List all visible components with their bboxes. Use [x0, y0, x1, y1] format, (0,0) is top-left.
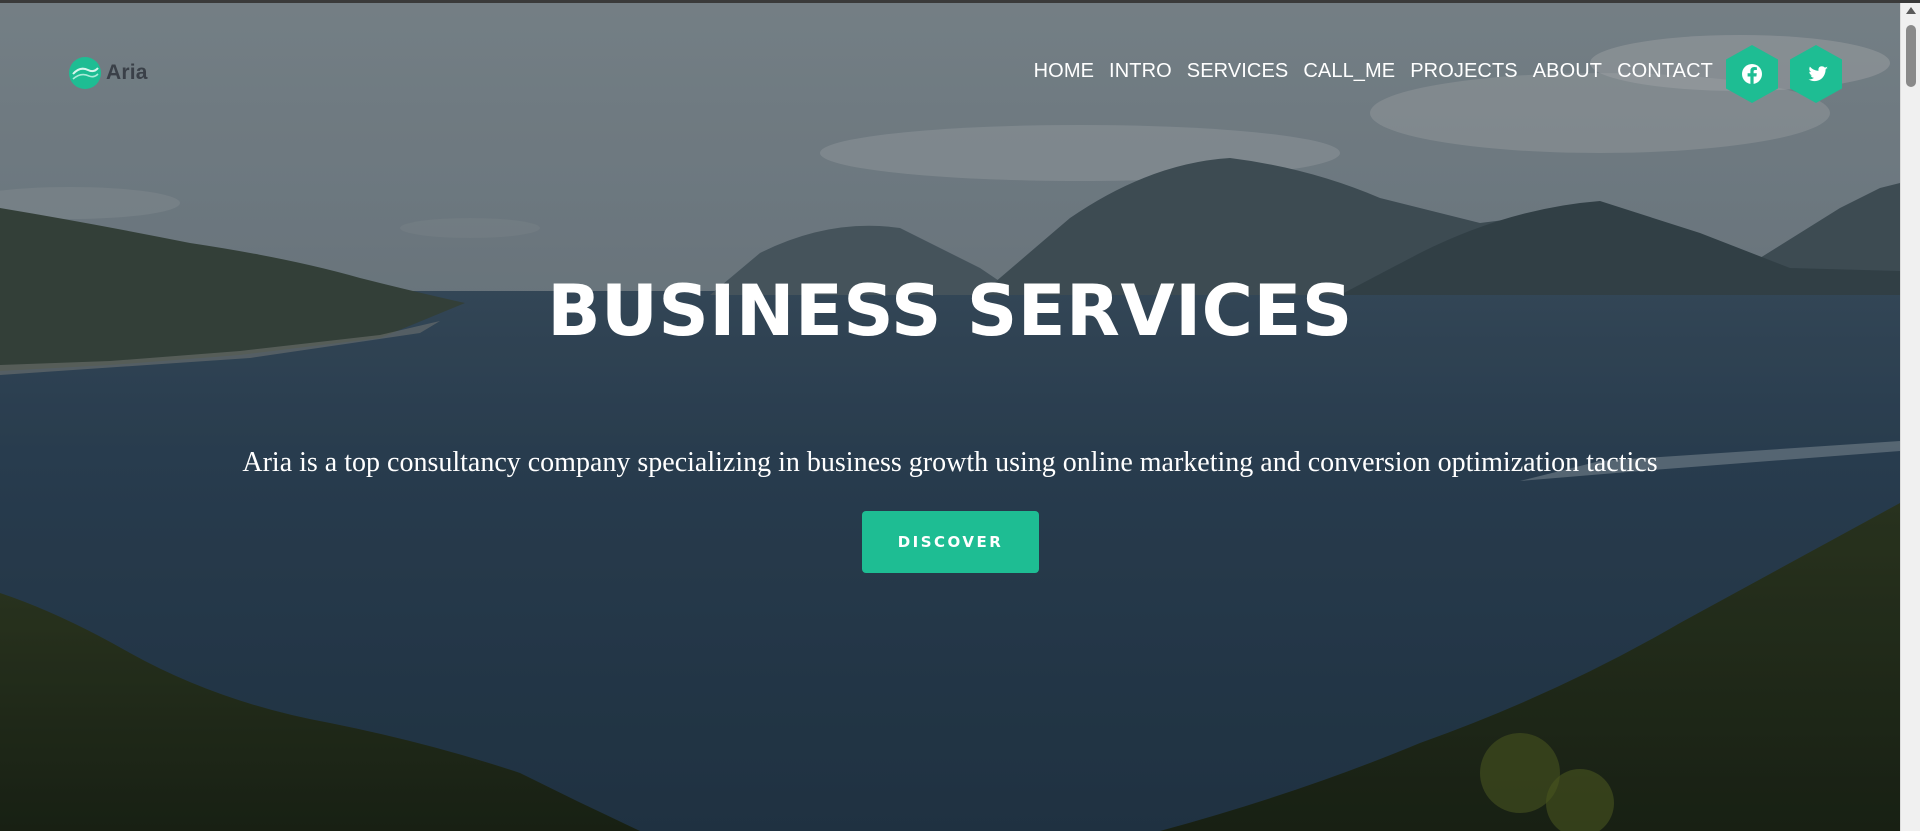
facebook-icon — [1726, 45, 1778, 103]
page-scrollbar[interactable] — [1900, 3, 1920, 831]
hero-section — [0, 3, 1900, 831]
hero-subtitle: Aria is a top consultancy company specia… — [242, 447, 1658, 478]
nav-item-call-me[interactable]: CALL_ME — [1303, 60, 1395, 83]
brand-logo[interactable]: Aria — [68, 56, 148, 90]
nav-item-intro[interactable]: INTRO — [1109, 60, 1172, 83]
brand-name: Aria — [106, 61, 148, 84]
twitter-button[interactable] — [1790, 45, 1842, 103]
nav-item-projects[interactable]: PROJECTS — [1410, 60, 1517, 83]
twitter-icon — [1790, 45, 1842, 103]
nav-item-contact[interactable]: CONTACT — [1617, 60, 1713, 83]
facebook-button[interactable] — [1726, 45, 1778, 103]
scrollbar-thumb[interactable] — [1906, 25, 1916, 87]
main-nav: HOME INTRO SERVICES CALL_ME PROJECTS ABO… — [1034, 60, 1713, 83]
discover-button[interactable]: DISCOVER — [862, 511, 1039, 573]
nav-item-home[interactable]: HOME — [1034, 60, 1094, 83]
nav-item-services[interactable]: SERVICES — [1187, 60, 1289, 83]
nav-item-about[interactable]: ABOUT — [1533, 60, 1602, 83]
scroll-up-arrow-icon[interactable] — [1906, 7, 1916, 14]
hero-title: BUSINESS SERVICES — [547, 270, 1353, 352]
brand-logo-icon — [69, 57, 101, 89]
hero-overlay — [0, 3, 1900, 831]
